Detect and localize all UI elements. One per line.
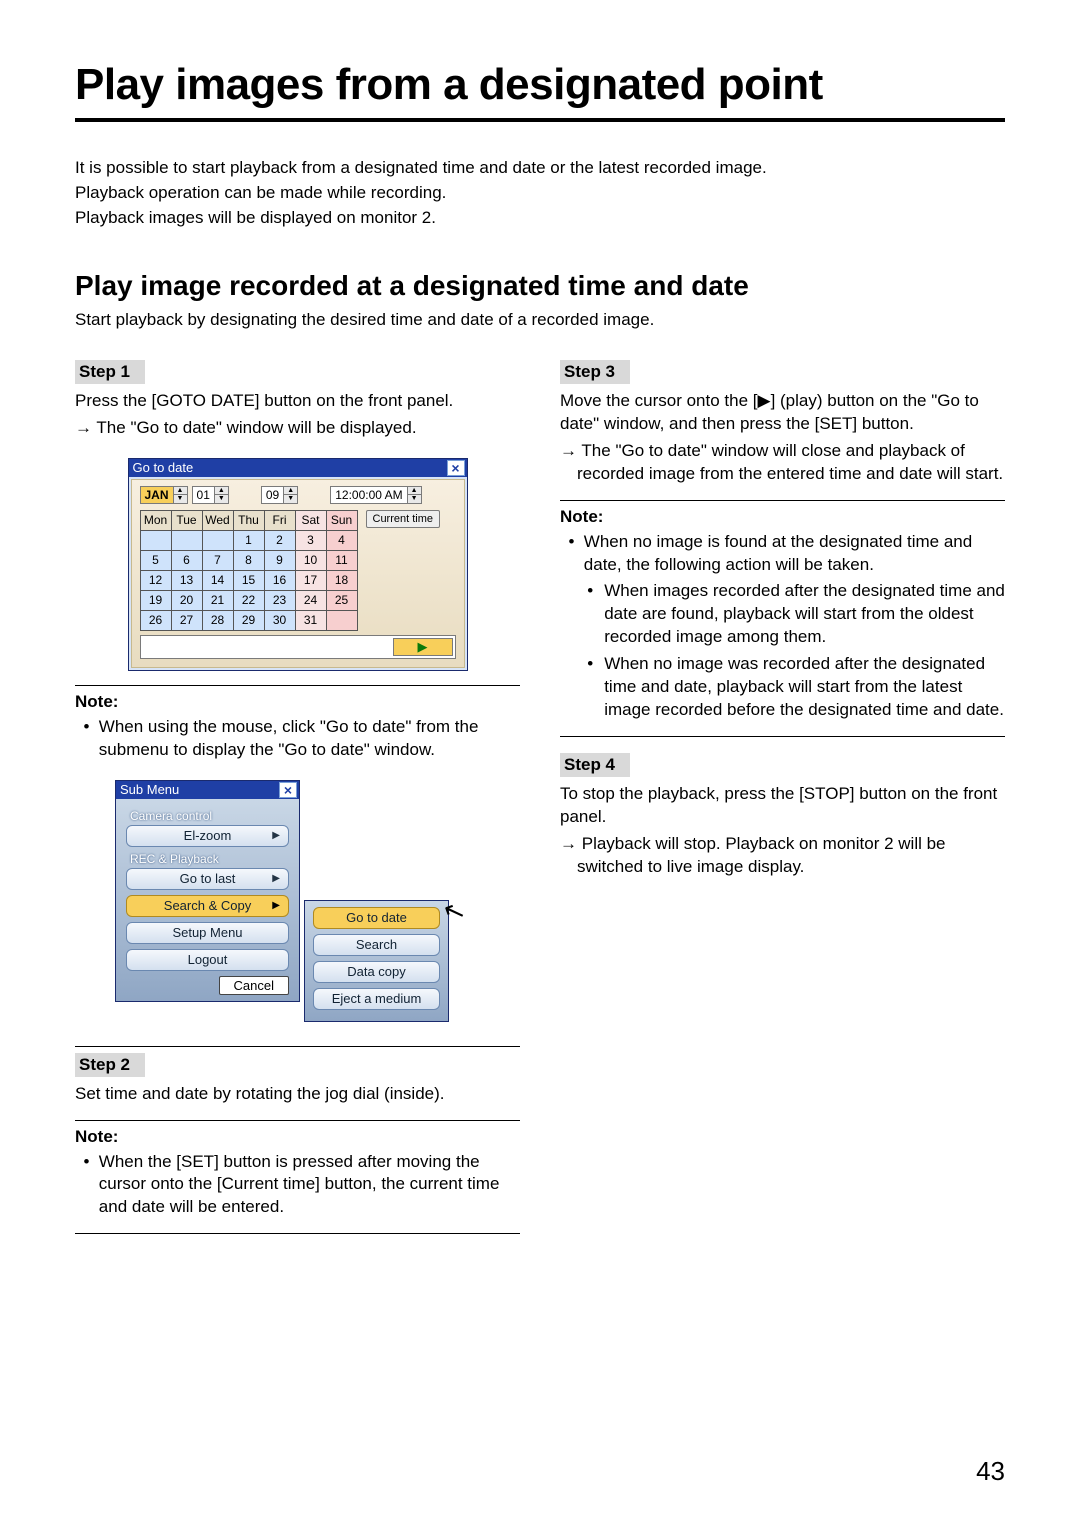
step-4-text: To stop the playback, press the [STOP] b…: [560, 783, 1005, 829]
gotodate-footer: ▶: [140, 635, 456, 659]
step-1-result: The "Go to date" window will be displaye…: [75, 417, 520, 440]
step-1-header: Step 1: [75, 360, 145, 384]
menu-logout[interactable]: Logout: [126, 949, 289, 971]
menu-setup[interactable]: Setup Menu: [126, 922, 289, 944]
play-button[interactable]: ▶: [393, 638, 453, 656]
flyout-gotodate[interactable]: Go to date: [313, 907, 440, 929]
calendar[interactable]: Mon Tue Wed Thu Fri Sat Sun 1234 5678910…: [140, 510, 358, 631]
step-1-text: Press the [GOTO DATE] button on the fron…: [75, 390, 520, 413]
flyout-datacopy[interactable]: Data copy: [313, 961, 440, 983]
menu-gotolast[interactable]: Go to last▶: [126, 868, 289, 890]
step-2-header: Step 2: [75, 1053, 145, 1077]
intro-line: Playback operation can be made while rec…: [75, 182, 1005, 205]
chevron-right-icon: ▶: [272, 900, 280, 911]
title-rule: [75, 118, 1005, 122]
page-number: 43: [976, 1456, 1005, 1487]
month-spinner[interactable]: JAN ▲▼: [140, 486, 188, 504]
spinner-down-icon[interactable]: ▼: [173, 495, 187, 503]
note-label: Note:: [75, 692, 520, 712]
chevron-right-icon: ▶: [272, 830, 280, 841]
note-item: When using the mouse, click "Go to date"…: [75, 716, 520, 762]
note-subitem: When images recorded after the designate…: [584, 580, 1005, 649]
section-lead: Start playback by designating the desire…: [75, 310, 1005, 330]
note-label: Note:: [75, 1127, 520, 1147]
current-time-button[interactable]: Current time: [366, 510, 441, 528]
right-column: Step 3 Move the cursor onto the [▶] (pla…: [560, 360, 1005, 1241]
spinner-up-icon[interactable]: ▲: [173, 487, 187, 496]
close-icon[interactable]: ×: [279, 782, 297, 798]
left-column: Step 1 Press the [GOTO DATE] button on t…: [75, 360, 520, 1241]
chevron-right-icon: ▶: [272, 873, 280, 884]
step-3-header: Step 3: [560, 360, 630, 384]
intro-line: It is possible to start playback from a …: [75, 157, 1005, 180]
page-title: Play images from a designated point: [75, 60, 1005, 110]
gotodate-window: Go to date × JAN ▲▼ 01 ▲▼ 09 ▲▼: [128, 458, 468, 671]
section-heading: Play image recorded at a designated time…: [75, 270, 1005, 302]
play-icon: ▶: [418, 639, 428, 655]
step-2-text: Set time and date by rotating the jog di…: [75, 1083, 520, 1106]
note-item: When no image is found at the designated…: [560, 531, 1005, 723]
submenu-group: REC & Playback: [130, 852, 289, 866]
flyout-search[interactable]: Search: [313, 934, 440, 956]
menu-search-copy[interactable]: Search & Copy▶: [126, 895, 289, 917]
submenu-window: Sub Menu × Camera control El-zoom▶ REC &…: [115, 780, 300, 1002]
note-item: When the [SET] button is pressed after m…: [75, 1151, 520, 1220]
menu-elzoom[interactable]: El-zoom▶: [126, 825, 289, 847]
gotodate-title: Go to date: [133, 460, 194, 475]
intro-line: Playback images will be displayed on mon…: [75, 207, 1005, 230]
note-label: Note:: [560, 507, 1005, 527]
step-3-text: Move the cursor onto the [▶] (play) butt…: [560, 390, 1005, 436]
submenu-group: Camera control: [130, 809, 289, 823]
submenu-title: Sub Menu: [120, 782, 179, 797]
time-spinner[interactable]: 12:00:00 AM ▲▼: [330, 486, 421, 504]
intro-block: It is possible to start playback from a …: [75, 157, 1005, 230]
year-spinner[interactable]: 09 ▲▼: [261, 486, 298, 504]
step-3-result: The "Go to date" window will close and p…: [560, 440, 1005, 486]
day-spinner[interactable]: 01 ▲▼: [192, 486, 229, 504]
cancel-button[interactable]: Cancel: [219, 976, 289, 995]
close-icon[interactable]: ×: [447, 460, 465, 476]
step-4-header: Step 4: [560, 753, 630, 777]
flyout-eject[interactable]: Eject a medium: [313, 988, 440, 1010]
step-4-result: Playback will stop. Playback on monitor …: [560, 833, 1005, 879]
submenu-flyout: Go to date Search Data copy Eject a medi…: [304, 900, 449, 1022]
note-subitem: When no image was recorded after the des…: [584, 653, 1005, 722]
